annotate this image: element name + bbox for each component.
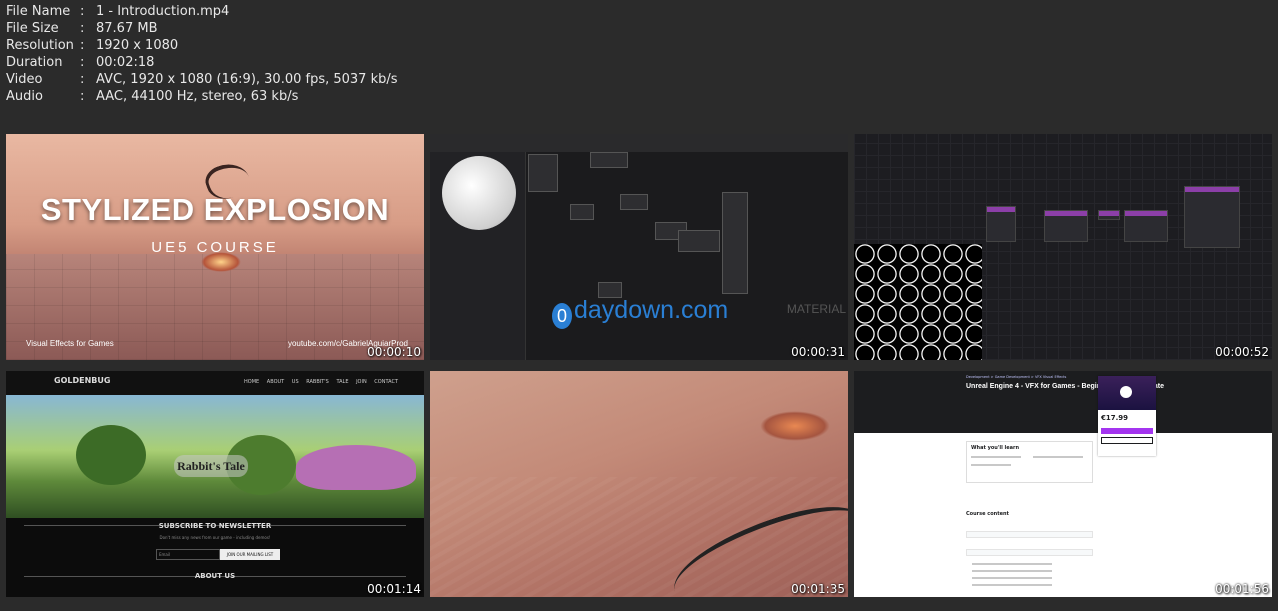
timestamp: 00:01:56 <box>1215 582 1269 596</box>
graph-node <box>570 204 594 220</box>
thumbnail-1[interactable]: STYLIZED EXPLOSION UE5 COURSE Visual Eff… <box>6 134 424 360</box>
course-title: STYLIZED EXPLOSION <box>40 192 390 227</box>
email-field[interactable]: Email <box>156 549 220 560</box>
text-line <box>971 464 1011 466</box>
add-to-cart-button[interactable] <box>1101 428 1153 434</box>
graph-node <box>1044 210 1088 242</box>
material-preview-sphere <box>442 156 516 230</box>
preview-video <box>1098 376 1156 410</box>
play-icon[interactable] <box>1120 386 1132 398</box>
mushroom-house <box>296 445 416 490</box>
graph-label: MATERIAL <box>786 302 846 316</box>
graph-node <box>986 206 1016 242</box>
course-subtitle: UE5 COURSE <box>151 239 279 256</box>
course-header: Development > Game Development > VFX Vis… <box>854 371 1272 433</box>
thumbnail-5[interactable]: 00:01:35 <box>430 371 848 597</box>
text-line <box>1033 456 1083 458</box>
learn-box: What you'll learn <box>966 441 1093 483</box>
watermark: 0 daydown.com <box>552 296 728 329</box>
content-heading: Course content <box>966 511 1009 517</box>
material-output-node <box>1184 186 1240 248</box>
timestamp: 00:00:10 <box>367 345 421 359</box>
graph-node <box>590 152 628 168</box>
watermark-text: daydown.com <box>574 296 729 324</box>
node-header <box>1045 211 1087 216</box>
text-line <box>972 584 1052 586</box>
graph-node <box>528 154 558 192</box>
tree-foliage <box>76 425 146 485</box>
newsletter-heading: SUBSCRIBE TO NEWSLETTER <box>158 522 272 530</box>
subscribe-button[interactable]: JOIN OUR MAILING LIST <box>220 549 280 560</box>
about-heading: ABOUT US <box>194 572 236 580</box>
watermark-icon: 0 <box>552 303 572 329</box>
buy-now-button[interactable] <box>1101 437 1153 444</box>
editor-toolbar <box>430 134 848 152</box>
section-row[interactable] <box>966 549 1093 556</box>
thumbnail-6[interactable]: Development > Game Development > VFX Vis… <box>854 371 1272 597</box>
node-header <box>1099 211 1119 216</box>
thumbnail-3[interactable]: 00:00:52 <box>854 134 1272 360</box>
timestamp: 00:00:31 <box>791 345 845 359</box>
thumbnail-grid: STYLIZED EXPLOSION UE5 COURSE Visual Eff… <box>0 0 1278 611</box>
node-header <box>987 207 1015 212</box>
timestamp: 00:00:52 <box>1215 345 1269 359</box>
text-line <box>972 577 1052 579</box>
course-price: €17.99 <box>1101 414 1129 422</box>
text-line <box>971 456 1021 458</box>
timestamp: 00:01:14 <box>367 582 421 596</box>
hero-title: Rabbit's Tale <box>174 455 248 477</box>
graph-node <box>620 194 648 210</box>
caption-left: Visual Effects for Games <box>26 339 114 348</box>
material-output-node <box>722 192 748 294</box>
explosion-glow <box>760 411 830 441</box>
thumbnail-2[interactable]: 0 daydown.com MATERIAL 00:00:31 <box>430 134 848 360</box>
text-line <box>972 570 1052 572</box>
site-navbar: GOLDENBUG HOME ABOUT US RABBIT'S TALE JO… <box>6 371 424 395</box>
node-header <box>1185 187 1239 192</box>
learn-heading: What you'll learn <box>971 445 1020 451</box>
thumbnail-4[interactable]: GOLDENBUG HOME ABOUT US RABBIT'S TALE JO… <box>6 371 424 597</box>
section-row[interactable] <box>966 531 1093 538</box>
graph-node <box>1098 210 1120 220</box>
site-logo: GOLDENBUG <box>54 376 111 385</box>
hero-image: Rabbit's Tale <box>6 395 424 518</box>
newsletter-note: Don't miss any news from our game - incl… <box>159 535 271 540</box>
graph-node <box>1124 210 1168 242</box>
timestamp: 00:01:35 <box>791 582 845 596</box>
purchase-card: €17.99 <box>1098 376 1156 456</box>
graph-node <box>678 230 720 252</box>
node-header <box>1125 211 1167 216</box>
voronoi-texture-preview <box>854 244 982 360</box>
text-line <box>972 563 1052 565</box>
site-menu: HOME ABOUT US RABBIT'S TALE JOIN CONTACT <box>244 379 398 385</box>
breadcrumb: Development > Game Development > VFX Vis… <box>966 375 1067 379</box>
